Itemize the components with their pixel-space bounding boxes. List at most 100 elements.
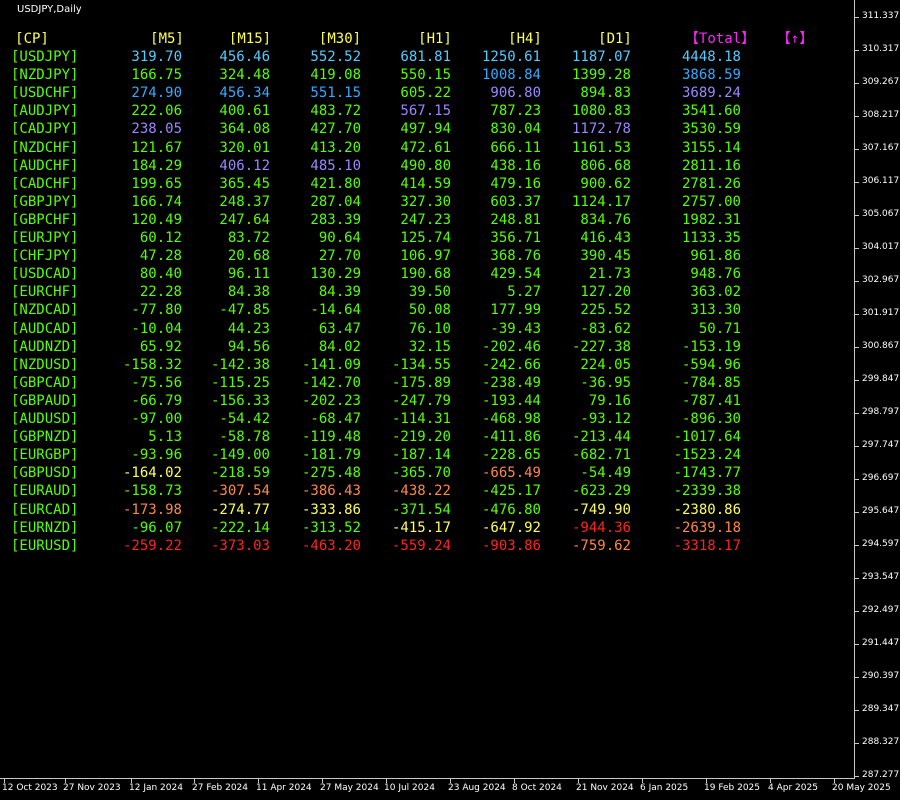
price-axis[interactable]: 311.337 310.317 309.267 308.217 307.167 306.1…	[855, 0, 900, 780]
strength-value: -259.22	[122, 537, 182, 554]
strength-value: 44.23	[227, 320, 270, 337]
strength-value: -365.70	[391, 465, 451, 482]
strength-value: -386.43	[301, 483, 361, 500]
strength-value: 356.71	[490, 230, 541, 246]
total-value: -1017.64	[673, 429, 741, 446]
strength-value: 438.16	[490, 157, 541, 174]
strength-value: -425.17	[481, 483, 541, 500]
total-value: 3689.24	[681, 85, 741, 102]
strength-value: -333.86	[301, 501, 361, 518]
strength-value: 414.59	[400, 175, 451, 192]
strength-value: -164.02	[122, 465, 182, 482]
strength-value: -903.86	[481, 537, 541, 554]
total-value: -2380.86	[673, 501, 741, 518]
strength-value: 1250.61	[481, 49, 541, 65]
strength-value: -36.95	[580, 374, 631, 391]
price-tick	[855, 50, 859, 51]
time-label: 6 Jan 2025	[640, 783, 689, 793]
total-value: 3530.59	[681, 121, 741, 138]
strength-value: -114.31	[391, 411, 451, 427]
strength-value: 5.13	[148, 429, 182, 446]
strength-value: 787.23	[490, 103, 541, 120]
strength-value: 190.68	[400, 266, 451, 283]
strength-value: -187.14	[391, 447, 451, 464]
strength-value: 479.16	[490, 175, 541, 192]
price-tick	[855, 116, 859, 117]
time-label: 19 Feb 2025	[704, 783, 761, 793]
price-tick	[855, 17, 859, 18]
strength-value: 550.15	[400, 67, 451, 84]
strength-value: -181.79	[301, 447, 361, 464]
strength-value: 248.37	[219, 193, 270, 210]
pair-label: [EURAUD]	[11, 483, 79, 500]
strength-value: 224.05	[580, 356, 631, 373]
strength-value: -93.12	[580, 411, 631, 427]
strength-value: 421.80	[310, 175, 361, 192]
strength-value: 427.70	[310, 121, 361, 138]
strength-value: 21.73	[588, 266, 631, 283]
price-tick	[855, 413, 859, 414]
price-label: 310.317	[862, 44, 900, 54]
strength-value: 483.72	[310, 103, 361, 120]
strength-value: 125.74	[400, 230, 451, 246]
strength-value: -142.70	[301, 374, 361, 391]
strength-value: 5.27	[507, 284, 541, 301]
strength-value: -371.54	[391, 501, 451, 518]
strength-value: 32.15	[408, 338, 451, 355]
column-header: [D1]	[598, 31, 632, 47]
strength-value: -274.77	[210, 501, 270, 518]
strength-value: -307.54	[210, 483, 270, 500]
strength-value: 177.99	[490, 302, 541, 319]
time-label: 12 Oct 2023	[2, 783, 58, 793]
strength-value: -476.80	[481, 501, 541, 518]
strength-value: 127.20	[580, 284, 631, 301]
time-label: 27 Feb 2024	[192, 783, 249, 793]
time-label: 10 Jul 2024	[384, 783, 435, 793]
strength-value: 497.94	[400, 121, 451, 138]
column-header: 【Total】	[684, 31, 756, 47]
total-value: -784.85	[681, 374, 741, 391]
pair-label: [NZDJPY]	[11, 67, 79, 84]
strength-value: -759.62	[571, 537, 631, 554]
total-value: -594.96	[681, 356, 741, 373]
price-tick	[855, 149, 859, 150]
strength-value: 130.29	[310, 266, 361, 283]
column-header: [H1]	[418, 31, 452, 47]
column-header: [M30]	[318, 31, 362, 47]
chart-area[interactable]: USDJPY,Daily [CP] [M5] [M15] [M30] [H1] [H4] […	[0, 0, 855, 779]
strength-value: 50.08	[408, 302, 451, 319]
strength-value: 605.22	[400, 85, 451, 102]
strength-value: -468.98	[481, 411, 541, 427]
strength-value: -10.04	[131, 320, 182, 337]
pair-label: [AUDJPY]	[11, 103, 79, 120]
total-value: 3868.59	[681, 67, 741, 84]
strength-value: 490.80	[400, 157, 451, 174]
strength-value: 106.97	[400, 248, 451, 265]
strength-value: -202.46	[481, 338, 541, 355]
pair-label: [USDCAD]	[11, 266, 79, 283]
pair-label: [GBPNZD]	[11, 429, 79, 446]
strength-value: 1399.28	[571, 67, 631, 84]
strength-value: -134.55	[391, 356, 451, 373]
price-tick	[855, 578, 859, 579]
price-label: 295.647	[862, 506, 900, 516]
column-header: [M15]	[228, 31, 272, 47]
strength-value: 456.34	[219, 85, 270, 102]
pair-label: [GBPUSD]	[11, 465, 79, 482]
strength-value: 65.92	[139, 338, 182, 355]
strength-value: -115.25	[210, 374, 270, 391]
pair-label: [EURUSD]	[11, 537, 79, 554]
time-axis[interactable]: 12 Oct 2023 27 Nov 2023 12 Jan 2024 27 Feb …	[0, 779, 891, 800]
price-tick	[855, 611, 859, 612]
strength-value: 283.39	[310, 211, 361, 228]
strength-value: 830.04	[490, 121, 541, 138]
time-label: 11 Apr 2024	[256, 783, 312, 793]
price-tick	[855, 644, 859, 645]
strength-value: 84.02	[318, 338, 361, 355]
price-label: 308.217	[862, 110, 900, 120]
pair-label: [EURCAD]	[11, 501, 79, 518]
pair-label: [EURJPY]	[11, 230, 79, 246]
price-label: 294.597	[862, 539, 900, 549]
price-tick	[855, 380, 859, 381]
strength-value: 63.47	[318, 320, 361, 337]
